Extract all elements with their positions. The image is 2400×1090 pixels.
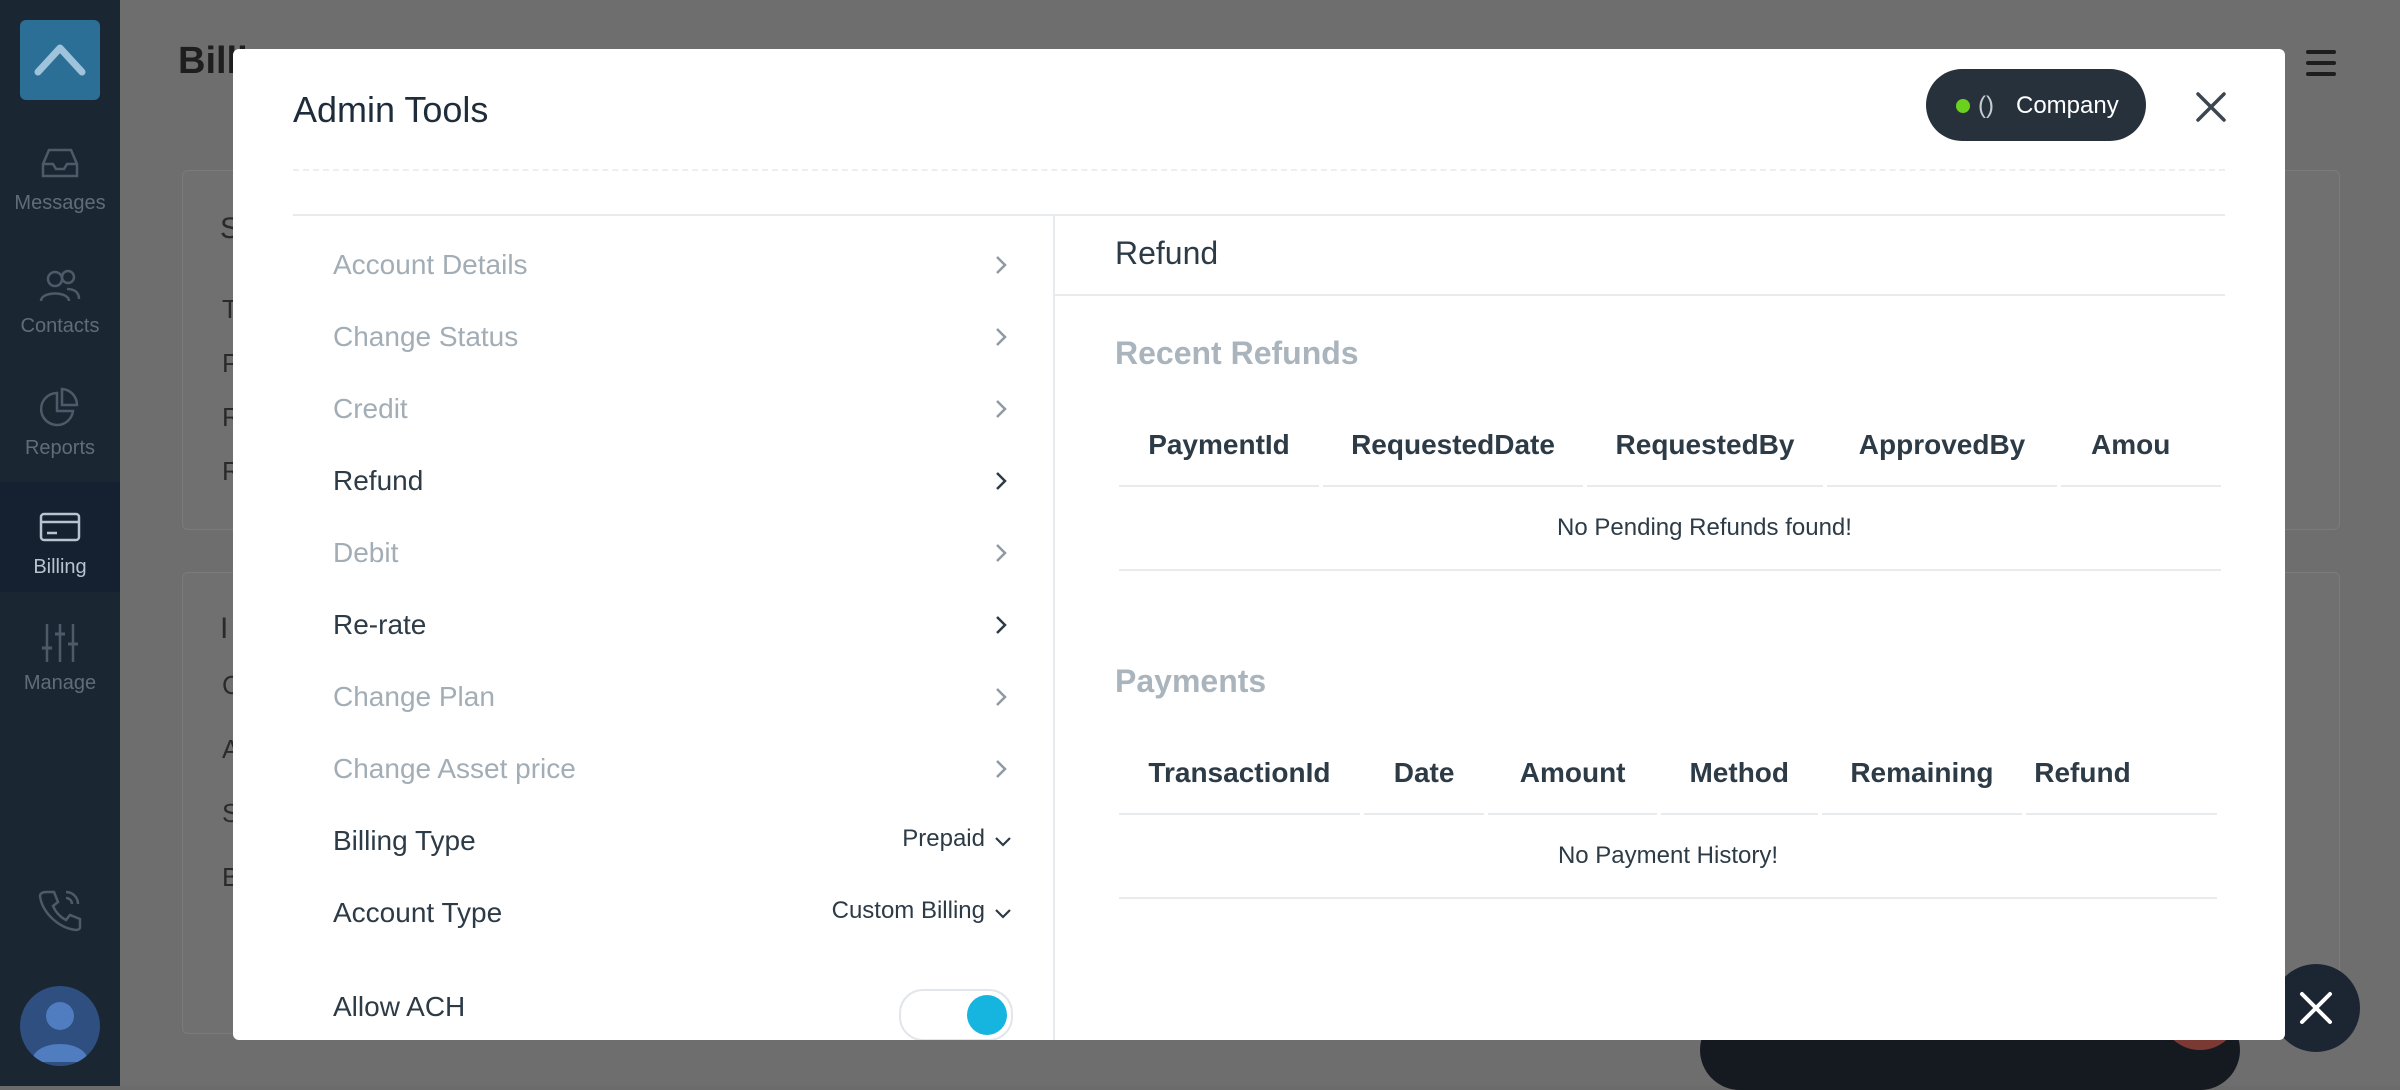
panel-title: Refund [1115, 235, 1219, 271]
menu-item-label: Change Plan [333, 681, 495, 712]
floating-close-button[interactable] [2272, 964, 2360, 1052]
nav-messages[interactable]: Messages [0, 140, 120, 240]
allow-ach-row: Allow ACH [333, 971, 1013, 1040]
chevron-right-icon [996, 544, 1007, 562]
nav-label: Messages [14, 192, 106, 214]
menu-item-label: Re-rate [333, 609, 427, 640]
menu-item-label: Credit [333, 393, 408, 424]
phone-icon[interactable] [36, 886, 84, 934]
divider [293, 169, 2225, 171]
empty-state-text: No Pending Refunds found! [1119, 487, 2221, 571]
column-header[interactable]: Method [1660, 733, 1818, 815]
chevron-right-icon [996, 256, 1007, 274]
chevron-right-icon [996, 328, 1007, 346]
menu-item-label: Change Asset price [333, 753, 576, 784]
allow-ach-label: Allow ACH [333, 991, 466, 1022]
contacts-icon [37, 263, 83, 309]
user-icon [32, 1002, 88, 1062]
logo-chevron-icon [34, 44, 86, 76]
empty-state-text: No Payment History! [1119, 815, 2217, 899]
close-modal-button[interactable] [2193, 89, 2229, 125]
pie-chart-icon [37, 385, 83, 431]
nav-label: Billing [33, 556, 87, 578]
inbox-icon [37, 140, 83, 186]
chevron-right-icon [996, 760, 1007, 778]
menu-item-debit[interactable]: Debit [333, 529, 1013, 579]
billing-type-row: Billing Type Prepaid [333, 817, 1013, 867]
app-sidebar: Messages Contacts Reports Billing Manage [0, 0, 120, 1086]
chevron-right-icon [996, 472, 1007, 490]
billing-type-select[interactable]: Prepaid [902, 825, 985, 853]
nav-contacts[interactable]: Contacts [0, 263, 120, 363]
column-header[interactable]: Date [1363, 733, 1485, 815]
nav-manage[interactable]: Manage [0, 620, 120, 720]
recent-refunds-table: PaymentId RequestedDate RequestedBy Appr… [1115, 405, 2221, 571]
company-badge[interactable]: () Company [1926, 69, 2146, 141]
menu-item-label: Account Details [333, 249, 528, 280]
payments-title: Payments [1115, 663, 1267, 699]
column-header[interactable]: Amou [2061, 405, 2221, 487]
nav-label: Reports [24, 437, 96, 459]
divider [1055, 294, 2225, 296]
column-header[interactable]: RequestedBy [1587, 405, 1823, 487]
payments-table-wrapper: TransactionId Date Amount Method Remaini… [1115, 733, 2221, 933]
chevron-down-icon [995, 837, 1011, 847]
admin-tools-modal: Admin Tools () Company Account Details C… [233, 49, 2285, 1040]
nav-label: Contacts [20, 315, 100, 337]
nav-billing[interactable]: Billing [0, 482, 120, 592]
admin-menu: Account Details Change Status Credit Ref… [293, 215, 1055, 1040]
column-header[interactable]: PaymentId [1119, 405, 1319, 487]
modal-title: Admin Tools [293, 89, 489, 130]
payments-table: TransactionId Date Amount Method Remaini… [1115, 733, 2221, 899]
app-logo[interactable] [20, 20, 100, 100]
allow-ach-toggle[interactable] [899, 989, 1013, 1040]
account-type-row: Account Type Custom Billing [333, 889, 1013, 939]
chevron-right-icon [996, 400, 1007, 418]
close-icon [2196, 92, 2226, 122]
menu-item-re-rate[interactable]: Re-rate [333, 601, 1013, 651]
menu-item-change-asset-price[interactable]: Change Asset price [333, 745, 1013, 795]
menu-item-refund[interactable]: Refund [333, 457, 1013, 507]
billing-type-label: Billing Type [333, 825, 476, 856]
account-type-select[interactable]: Custom Billing [832, 897, 985, 925]
column-header[interactable]: TransactionId [1119, 733, 1360, 815]
company-badge-paren: () [1978, 92, 1994, 119]
account-type-label: Account Type [333, 897, 503, 928]
company-badge-label: Company [2016, 92, 2119, 119]
chevron-right-icon [996, 688, 1007, 706]
menu-item-credit[interactable]: Credit [333, 385, 1013, 435]
menu-item-label: Change Status [333, 321, 519, 352]
menu-item-account-details[interactable]: Account Details [333, 241, 1013, 291]
hamburger-menu-icon[interactable] [2306, 50, 2336, 76]
toggle-knob [967, 995, 1007, 1035]
column-header[interactable]: RequestedDate [1323, 405, 1583, 487]
nav-label: Manage [23, 672, 97, 694]
sliders-icon [37, 620, 83, 666]
chevron-right-icon [996, 616, 1007, 634]
nav-reports[interactable]: Reports [0, 385, 120, 485]
user-avatar[interactable] [20, 986, 100, 1066]
credit-card-icon [37, 504, 83, 550]
column-header[interactable]: Amount [1488, 733, 1657, 815]
close-icon [2300, 992, 2332, 1024]
column-header[interactable]: Refund [2026, 733, 2217, 815]
recent-refunds-title: Recent Refunds [1115, 335, 1359, 371]
recent-refunds-table-wrapper: PaymentId RequestedDate RequestedBy Appr… [1115, 405, 2221, 605]
menu-item-change-status[interactable]: Change Status [333, 313, 1013, 363]
menu-item-label: Refund [333, 465, 424, 496]
menu-item-label: Debit [333, 537, 399, 568]
status-dot [1956, 99, 1970, 113]
column-header[interactable]: Remaining [1821, 733, 2023, 815]
background-text: I [220, 612, 229, 645]
refund-panel: Refund Recent Refunds PaymentId Requeste… [1055, 215, 2225, 1040]
chevron-down-icon [995, 909, 1011, 919]
column-header[interactable]: ApprovedBy [1827, 405, 2057, 487]
menu-item-change-plan[interactable]: Change Plan [333, 673, 1013, 723]
